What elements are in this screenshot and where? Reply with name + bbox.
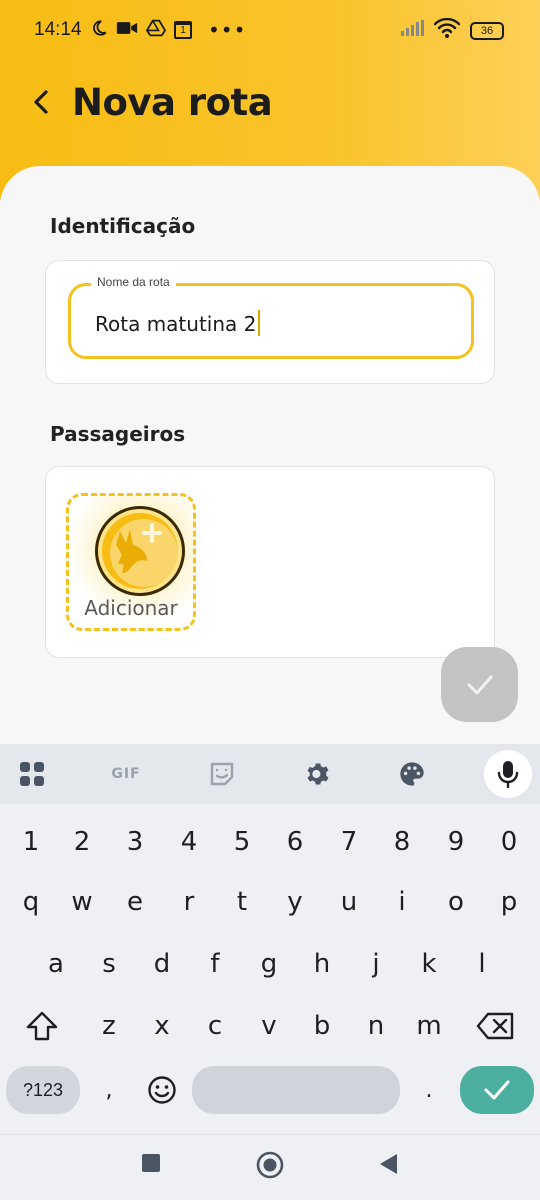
battery-level: 36: [480, 24, 494, 37]
keyboard: GIF 1 2 3 4 5 6 7 8 9 0 q w e r t y u i: [0, 744, 540, 1200]
route-name-label: Nome da rota: [91, 275, 176, 289]
settings-icon[interactable]: [300, 757, 336, 791]
drive-icon: [145, 19, 167, 42]
status-bar: 14:14 1 ••• 36: [0, 0, 540, 60]
space-key[interactable]: [192, 1066, 400, 1114]
check-icon: [484, 1080, 510, 1100]
emoji-icon: [148, 1076, 176, 1104]
route-name-input[interactable]: Rota matutina 2: [95, 310, 261, 336]
signal-icon: [400, 20, 424, 41]
circle-icon: [256, 1151, 284, 1179]
key-9[interactable]: 9: [431, 818, 481, 866]
status-icons-right: 36: [400, 17, 504, 43]
video-icon: [116, 19, 138, 42]
keyboard-toolbar: GIF: [0, 744, 540, 804]
key-k[interactable]: k: [404, 940, 454, 988]
symbols-key[interactable]: ?123: [6, 1066, 80, 1114]
key-2[interactable]: 2: [57, 818, 107, 866]
route-name-field[interactable]: Nome da rota Rota matutina 2: [68, 275, 474, 359]
gif-button[interactable]: GIF: [108, 757, 144, 791]
key-5[interactable]: 5: [217, 818, 267, 866]
identification-card: Nome da rota Rota matutina 2: [45, 260, 495, 384]
period-key[interactable]: .: [404, 1066, 454, 1114]
key-f[interactable]: f: [190, 940, 240, 988]
key-n[interactable]: n: [351, 1002, 401, 1050]
key-v[interactable]: v: [244, 1002, 294, 1050]
route-name-value: Rota matutina 2: [95, 312, 257, 336]
key-g[interactable]: g: [244, 940, 294, 988]
key-4[interactable]: 4: [164, 818, 214, 866]
status-icons-left: 1 •••: [90, 18, 246, 42]
key-6[interactable]: 6: [270, 818, 320, 866]
key-m[interactable]: m: [404, 1002, 454, 1050]
shift-icon: [26, 1011, 58, 1041]
key-8[interactable]: 8: [377, 818, 427, 866]
check-icon: [467, 675, 492, 694]
key-d[interactable]: d: [137, 940, 187, 988]
key-l[interactable]: l: [457, 940, 507, 988]
comma-key[interactable]: ,: [84, 1066, 134, 1114]
apps-icon[interactable]: [14, 757, 50, 791]
key-b[interactable]: b: [297, 1002, 347, 1050]
key-c[interactable]: c: [190, 1002, 240, 1050]
key-a[interactable]: a: [31, 940, 81, 988]
wifi-icon: [433, 17, 461, 43]
section-title-passengers: Passageiros: [50, 422, 186, 446]
add-passenger-label: Adicionar: [84, 596, 178, 620]
calendar-day: 1: [180, 25, 186, 36]
key-r[interactable]: r: [164, 878, 214, 926]
key-i[interactable]: i: [377, 878, 427, 926]
kangaroo-add-icon: [95, 506, 185, 596]
key-s[interactable]: s: [84, 940, 134, 988]
add-passenger-button[interactable]: Adicionar: [66, 493, 196, 631]
title-row: Nova rota: [26, 80, 273, 124]
key-7[interactable]: 7: [324, 818, 374, 866]
mic-icon: [497, 761, 519, 788]
key-3[interactable]: 3: [110, 818, 160, 866]
chevron-left-icon: [34, 90, 48, 114]
page-title: Nova rota: [72, 80, 273, 124]
key-w[interactable]: w: [57, 878, 107, 926]
key-t[interactable]: t: [217, 878, 267, 926]
key-e[interactable]: e: [110, 878, 160, 926]
palette-icon[interactable]: [394, 757, 430, 791]
passengers-card: Adicionar: [45, 466, 495, 658]
calendar-icon: 1: [174, 21, 192, 39]
key-q[interactable]: q: [6, 878, 56, 926]
section-title-identification: Identificação: [50, 214, 196, 238]
key-j[interactable]: j: [351, 940, 401, 988]
navigation-bar: [0, 1134, 540, 1200]
status-time: 14:14: [34, 19, 82, 40]
sticker-icon[interactable]: [204, 757, 240, 791]
gif-label: GIF: [111, 766, 141, 782]
back-nav-button[interactable]: [378, 1153, 398, 1175]
key-x[interactable]: x: [137, 1002, 187, 1050]
more-icon: •••: [208, 18, 247, 42]
key-0[interactable]: 0: [484, 818, 534, 866]
mic-button[interactable]: [484, 750, 532, 798]
moon-icon: [90, 19, 108, 42]
key-y[interactable]: y: [270, 878, 320, 926]
key-1[interactable]: 1: [6, 818, 56, 866]
key-p[interactable]: p: [484, 878, 534, 926]
key-u[interactable]: u: [324, 878, 374, 926]
backspace-icon: [476, 1012, 514, 1040]
confirm-fab[interactable]: [441, 647, 518, 722]
text-caret: [258, 310, 261, 336]
key-z[interactable]: z: [84, 1002, 134, 1050]
key-o[interactable]: o: [431, 878, 481, 926]
emoji-key[interactable]: [137, 1066, 187, 1114]
enter-key[interactable]: [460, 1066, 534, 1114]
shift-key[interactable]: [17, 1002, 67, 1050]
backspace-key[interactable]: [470, 1002, 520, 1050]
home-button[interactable]: [256, 1151, 284, 1179]
triangle-back-icon: [380, 1154, 397, 1174]
key-h[interactable]: h: [297, 940, 347, 988]
back-button[interactable]: [26, 80, 56, 124]
square-icon: [142, 1154, 160, 1172]
recents-button[interactable]: [141, 1153, 161, 1173]
battery-icon: 36: [470, 21, 504, 40]
